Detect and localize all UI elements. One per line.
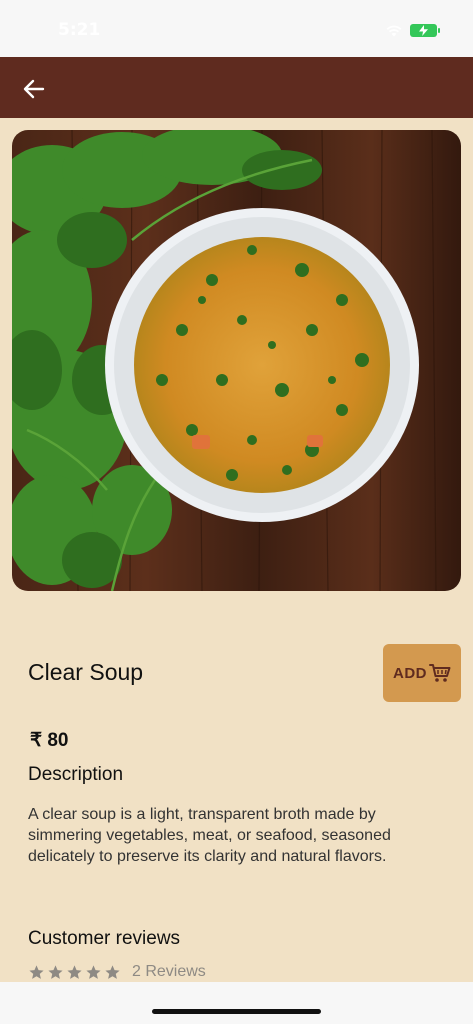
battery-icon <box>410 24 440 37</box>
star-icon <box>48 964 63 979</box>
home-indicator[interactable] <box>152 1009 321 1014</box>
cart-icon <box>429 664 451 682</box>
product-image <box>12 130 461 591</box>
soup-bowl-image <box>12 130 461 591</box>
description-text: A clear soup is a light, transparent bro… <box>28 806 391 865</box>
product-price: ₹ 80 <box>30 730 69 751</box>
description-heading: Description <box>28 764 124 785</box>
wifi-icon <box>386 25 402 36</box>
status-time: 5:21 <box>58 20 101 40</box>
reviews-heading: Customer reviews <box>28 928 181 949</box>
star-icon <box>67 964 82 979</box>
arrow-left-icon <box>23 79 45 99</box>
reviews-count[interactable]: 2 Reviews <box>132 963 206 981</box>
add-to-cart-button[interactable]: ADD <box>383 644 461 702</box>
star-icon <box>86 964 101 979</box>
app-bar <box>0 57 473 118</box>
back-button[interactable] <box>18 75 50 103</box>
add-label: ADD <box>393 664 427 682</box>
product-title: Clear Soup <box>28 659 144 685</box>
star-icon <box>105 964 120 979</box>
status-icons <box>386 24 440 37</box>
rating-row: 2 Reviews <box>28 963 206 981</box>
star-icon <box>29 964 44 979</box>
bottom-bar <box>0 982 473 1024</box>
status-bar: 5:21 <box>0 0 473 57</box>
